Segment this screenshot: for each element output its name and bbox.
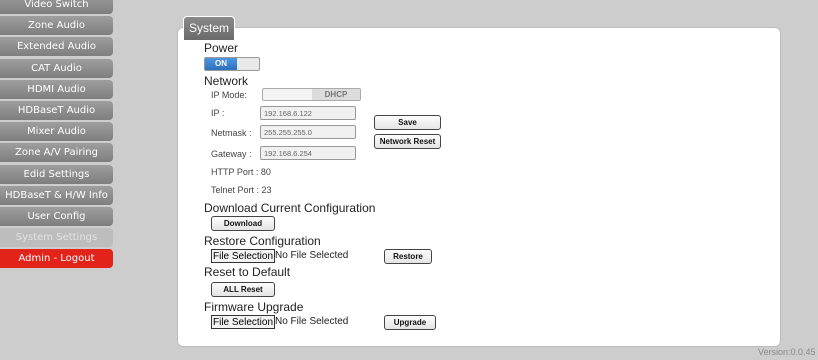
restore-file-status: No File Selected xyxy=(275,250,349,261)
upgrade-button[interactable]: Upgrade xyxy=(384,315,436,330)
system-tab: System xyxy=(183,16,235,40)
sidebar-item-cat-audio[interactable]: CAT Audio xyxy=(0,58,113,78)
power-toggle-on: ON xyxy=(205,58,237,70)
sidebar-item-mixer-audio[interactable]: Mixer Audio xyxy=(0,122,113,142)
sidebar-item-edid-settings[interactable]: Edid Settings xyxy=(0,164,113,184)
save-button[interactable]: Save xyxy=(374,115,441,130)
firmware-heading: Firmware Upgrade xyxy=(204,300,304,314)
gateway-input[interactable]: 192.168.6.254 xyxy=(260,146,356,160)
gateway-label: Gateway : xyxy=(211,149,252,159)
netmask-input[interactable]: 255.255.255.0 xyxy=(260,125,356,139)
firmware-file-status: No File Selected xyxy=(275,316,349,327)
sidebar-item-user-config[interactable]: User Config xyxy=(0,206,113,226)
download-button[interactable]: Download xyxy=(211,216,275,231)
ip-input[interactable]: 192.168.6.122 xyxy=(260,106,356,120)
network-heading: Network xyxy=(204,74,249,88)
sidebar-item-system-settings[interactable]: System Settings xyxy=(0,228,113,248)
network-reset-button[interactable]: Network Reset xyxy=(374,134,441,149)
download-heading: Download Current Configuration xyxy=(204,201,376,215)
version-text: Version:0.0.45 xyxy=(758,347,816,357)
firmware-file-selection-button[interactable]: File Selection xyxy=(211,315,276,329)
sidebar-item-zone-audio[interactable]: Zone Audio xyxy=(0,16,113,36)
ip-mode-toggle[interactable]: DHCP xyxy=(262,88,361,101)
restore-button[interactable]: Restore xyxy=(384,249,432,264)
ip-mode-label: IP Mode: xyxy=(211,90,247,100)
power-heading: Power xyxy=(204,41,239,55)
sidebar: Video Switch Zone Audio Extended Audio C… xyxy=(0,0,113,270)
sidebar-item-hdbaset-audio[interactable]: HDBaseT Audio xyxy=(0,100,113,120)
sidebar-item-video-switch[interactable]: Video Switch xyxy=(0,0,113,14)
restore-heading: Restore Configuration xyxy=(204,234,321,248)
sidebar-item-hdbaset-hw-info[interactable]: HDBaseT & H/W Info xyxy=(0,185,113,205)
telnet-port-text: Telnet Port : 23 xyxy=(211,185,272,195)
sidebar-item-zone-av-pairing[interactable]: Zone A/V Pairing xyxy=(0,143,113,163)
power-toggle[interactable]: ON xyxy=(204,57,260,71)
sidebar-item-extended-audio[interactable]: Extended Audio xyxy=(0,37,113,57)
all-reset-button[interactable]: ALL Reset xyxy=(211,282,275,297)
sidebar-item-admin-logout[interactable]: Admin - Logout xyxy=(0,249,113,269)
reset-heading: Reset to Default xyxy=(204,265,291,279)
sidebar-item-hdmi-audio[interactable]: HDMI Audio xyxy=(0,79,113,99)
http-port-text: HTTP Port : 80 xyxy=(211,167,271,177)
restore-file-selection-button[interactable]: File Selection xyxy=(211,249,276,263)
ip-label: IP : xyxy=(211,108,225,118)
netmask-label: Netmask : xyxy=(211,128,252,138)
ip-mode-dhcp: DHCP xyxy=(312,89,360,100)
